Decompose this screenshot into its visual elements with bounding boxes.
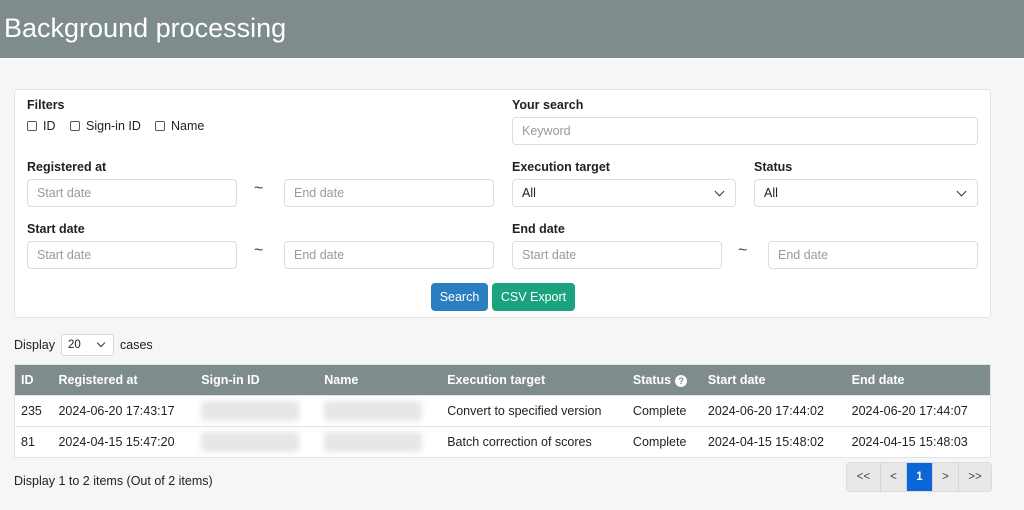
blurred-sign-in-id [201,401,300,421]
pagination-first-button[interactable]: << [847,463,881,491]
cell-start-date: 2024-04-15 15:48:02 [707,435,824,449]
start-date-to-input[interactable]: End date [284,241,494,269]
search-button[interactable]: Search [431,283,488,311]
column-header-status-label: Status [632,373,672,387]
page-title: Background processing [4,13,287,43]
cell-id: 81 [21,435,35,449]
display-count-row: Display 20 cases [14,333,153,357]
table-header-row: ID Registered at Sign-in ID Name Executi… [14,364,991,396]
cell-start-date: 2024-06-20 17:44:02 [707,404,824,418]
filter-checkbox-id[interactable]: ID [27,119,56,133]
cell-execution-target: Batch correction of scores [447,435,592,449]
end-date-from-input[interactable]: Start date [512,241,722,269]
blurred-name [324,432,423,452]
column-header-sign-in-id[interactable]: Sign-in ID [195,365,318,396]
execution-target-value: All [522,186,536,200]
column-header-name[interactable]: Name [318,365,441,396]
status-select-value: All [764,186,778,200]
table-row[interactable]: 235 2024-06-20 17:43:17 Convert to speci… [14,395,991,427]
cell-status: Complete [632,435,687,449]
display-prefix: Display [14,338,55,352]
filter-panel: Filters ID Sign-in ID Name Your search K… [14,89,991,318]
cell-name [318,396,441,427]
results-table: ID Registered at Sign-in ID Name Executi… [14,364,991,458]
column-header-id[interactable]: ID [15,365,53,396]
page-size-select[interactable]: 20 [61,334,114,356]
cell-sign-in-id [195,427,318,458]
end-date-label: End date [512,222,565,236]
pagination-prev-button[interactable]: < [881,463,907,491]
status-filter-label: Status [754,160,793,174]
display-suffix: cases [120,338,153,352]
blurred-sign-in-id [201,432,300,452]
registered-at-label: Registered at [27,160,107,174]
status-select[interactable]: All [754,179,978,207]
pagination-page-1[interactable]: 1 [907,463,933,491]
results-summary: Display 1 to 2 items (Out of 2 items) [14,474,213,488]
cell-name [318,427,441,458]
chevron-down-icon [714,186,725,197]
execution-target-label: Execution target [512,160,610,174]
chevron-down-icon [956,186,967,197]
csv-export-button[interactable]: CSV Export [492,283,575,311]
registered-range-separator: ~ [254,180,264,197]
blurred-name [324,401,423,421]
checkbox-name[interactable] [155,121,165,131]
checkbox-name-label: Name [171,119,205,133]
cell-end-date: 2024-04-15 15:48:03 [851,435,968,449]
chevron-down-icon [96,338,106,348]
start-date-from-input[interactable]: Start date [27,241,237,269]
cell-status: Complete [632,404,687,418]
cell-execution-target: Convert to specified version [447,404,602,418]
page-size-value: 20 [68,339,81,351]
column-header-execution-target[interactable]: Execution target [441,365,627,396]
filter-checkbox-sign-in-id[interactable]: Sign-in ID [70,119,141,133]
pagination: << < 1 > >> [846,462,992,492]
end-date-to-input[interactable]: End date [768,241,978,269]
column-header-end-date[interactable]: End date [846,365,991,396]
question-circle-icon[interactable]: ? [675,375,688,387]
pagination-next-button[interactable]: > [933,463,959,491]
column-header-registered-at[interactable]: Registered at [52,365,195,396]
keyword-input[interactable]: Keyword [512,117,978,145]
start-date-label: Start date [27,222,85,236]
checkbox-sign-in-id-label: Sign-in ID [86,119,141,133]
checkbox-sign-in-id[interactable] [70,121,80,131]
your-search-label: Your search [512,98,584,112]
filters-label: Filters [27,98,65,112]
pagination-last-button[interactable]: >> [959,463,991,491]
cell-registered-at: 2024-06-20 17:43:17 [58,404,175,418]
execution-target-select[interactable]: All [512,179,736,207]
column-header-start-date[interactable]: Start date [702,365,846,396]
cell-sign-in-id [195,396,318,427]
registered-end-input[interactable]: End date [284,179,494,207]
start-date-range-separator: ~ [254,242,264,259]
checkbox-id-label: ID [43,119,56,133]
end-date-range-separator: ~ [738,242,748,259]
cell-registered-at: 2024-04-15 15:47:20 [58,435,175,449]
checkbox-id[interactable] [27,121,37,131]
column-header-status[interactable]: Status? [627,365,702,396]
registered-start-input[interactable]: Start date [27,179,237,207]
filter-checkbox-name[interactable]: Name [155,119,204,133]
page-header: Background processing [0,0,1024,58]
cell-end-date: 2024-06-20 17:44:07 [851,404,968,418]
cell-id: 235 [21,404,42,418]
table-row[interactable]: 81 2024-04-15 15:47:20 Batch correction … [14,426,991,458]
